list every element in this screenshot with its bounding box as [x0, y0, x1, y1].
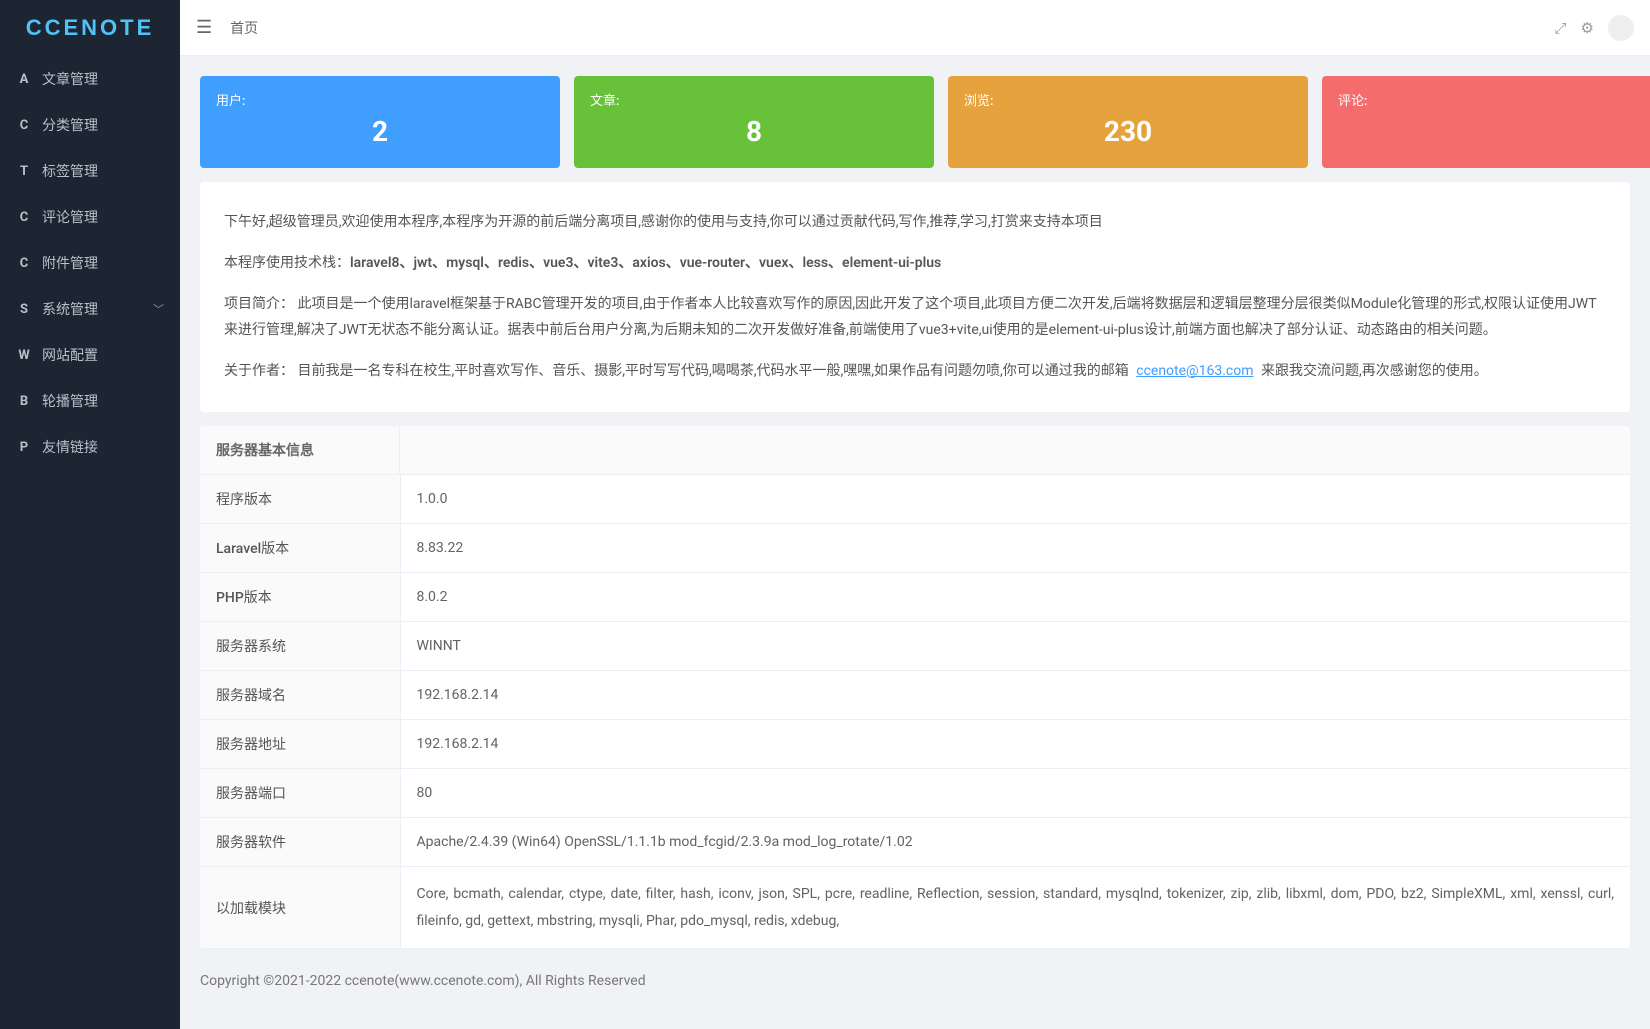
row-label: 程序版本 [200, 475, 400, 524]
breadcrumb[interactable]: 首页 [230, 18, 258, 38]
table-row: 服务器域名192.168.2.14 [200, 670, 1630, 719]
row-value: 192.168.2.14 [400, 719, 1630, 768]
stat-value: 230 [964, 115, 1292, 148]
intro-about: 关于作者： 目前我是一名专科在校生,平时喜欢写作、音乐、摄影,平时写写代码,喝喝… [224, 359, 1606, 384]
row-value: 8.83.22 [400, 523, 1630, 572]
sidebar-item-4[interactable]: C 附件管理 [0, 240, 180, 286]
row-value: 1.0.0 [400, 475, 1630, 524]
menu-icon: C [16, 256, 32, 271]
row-value: 8.0.2 [400, 572, 1630, 621]
chevron-down-icon: ﹀ [153, 301, 164, 317]
row-value: 80 [400, 768, 1630, 817]
menu-label: 轮播管理 [42, 391, 98, 411]
row-value: Core, bcmath, calendar, ctype, date, fil… [400, 866, 1630, 948]
stat-label: 评论: [1338, 90, 1650, 109]
sidebar-item-1[interactable]: C 分类管理 [0, 102, 180, 148]
sidebar-item-3[interactable]: C 评论管理 [0, 194, 180, 240]
logo: CCENOTE [0, 0, 180, 56]
menu-label: 附件管理 [42, 253, 98, 273]
row-label: 服务器系统 [200, 621, 400, 670]
footer: Copyright ©2021-2022 ccenote(www.ccenote… [200, 949, 1630, 1009]
stats-row: 用户:2文章:8浏览:230评论: [200, 76, 1630, 168]
server-table-header: 服务器基本信息 [200, 426, 400, 475]
row-label: 服务器域名 [200, 670, 400, 719]
sidebar-item-0[interactable]: A 文章管理 [0, 56, 180, 102]
logo-text: CCENOTE [26, 15, 155, 41]
sidebar-item-8[interactable]: P 友情链接 [0, 424, 180, 470]
menu-label: 文章管理 [42, 69, 98, 89]
row-value: Apache/2.4.39 (Win64) OpenSSL/1.1.1b mod… [400, 817, 1630, 866]
menu-label: 评论管理 [42, 207, 98, 227]
header: ☰ 首页 ⤢ ⚙ [180, 0, 1650, 56]
stat-label: 浏览: [964, 90, 1292, 109]
intro-tech: 本程序使用技术栈：laravel8、jwt、mysql、redis、vue3、v… [224, 251, 1606, 276]
row-label: PHP版本 [200, 572, 400, 621]
menu-label: 网站配置 [42, 345, 98, 365]
menu-icon: P [16, 440, 32, 455]
row-value: 192.168.2.14 [400, 670, 1630, 719]
stat-label: 用户: [216, 90, 544, 109]
stat-card-2: 浏览: 230 [948, 76, 1308, 168]
sidebar-item-6[interactable]: W 网站配置 [0, 332, 180, 378]
avatar[interactable] [1608, 15, 1634, 41]
menu-icon: A [16, 72, 32, 87]
sidebar-item-7[interactable]: B 轮播管理 [0, 378, 180, 424]
row-label: 服务器端口 [200, 768, 400, 817]
intro-card: 下午好,超级管理员,欢迎使用本程序,本程序为开源的前后端分离项目,感谢你的使用与… [200, 182, 1630, 412]
stat-value: 8 [590, 115, 918, 148]
menu-label: 分类管理 [42, 115, 98, 135]
stat-value: 2 [216, 115, 544, 148]
table-row: 以加载模块Core, bcmath, calendar, ctype, date… [200, 866, 1630, 948]
row-label: 服务器地址 [200, 719, 400, 768]
intro-greeting: 下午好,超级管理员,欢迎使用本程序,本程序为开源的前后端分离项目,感谢你的使用与… [224, 210, 1606, 235]
sidebar: CCENOTE A 文章管理 C 分类管理 T 标签管理 C 评论管理 C 附件管理 S 系统管理 ﹀ W… [0, 0, 180, 1029]
menu-label: 系统管理 [42, 299, 98, 319]
table-row: 服务器地址192.168.2.14 [200, 719, 1630, 768]
row-label: Laravel版本 [200, 523, 400, 572]
author-email-link[interactable]: ccenote@163.com [1136, 363, 1253, 379]
table-row: 服务器软件Apache/2.4.39 (Win64) OpenSSL/1.1.1… [200, 817, 1630, 866]
row-label: 服务器软件 [200, 817, 400, 866]
row-value: WINNT [400, 621, 1630, 670]
sidebar-item-5[interactable]: S 系统管理 ﹀ [0, 286, 180, 332]
server-info-table: 服务器基本信息 程序版本1.0.0Laravel版本8.83.22PHP版本8.… [200, 426, 1630, 949]
menu-icon: C [16, 210, 32, 225]
menu-icon: T [16, 164, 32, 179]
stat-card-0: 用户: 2 [200, 76, 560, 168]
sidebar-item-2[interactable]: T 标签管理 [0, 148, 180, 194]
row-label: 以加载模块 [200, 866, 400, 948]
fullscreen-icon[interactable]: ⤢ [1555, 19, 1567, 37]
menu-label: 友情链接 [42, 437, 98, 457]
intro-brief: 项目简介： 此项目是一个使用laravel框架基于RABC管理开发的项目,由于作… [224, 292, 1606, 342]
menu-icon: C [16, 118, 32, 133]
stat-card-3: 评论: [1322, 76, 1650, 168]
settings-icon[interactable]: ⚙ [1581, 19, 1594, 37]
table-row: 程序版本1.0.0 [200, 475, 1630, 524]
table-row: 服务器端口80 [200, 768, 1630, 817]
table-row: Laravel版本8.83.22 [200, 523, 1630, 572]
table-row: PHP版本8.0.2 [200, 572, 1630, 621]
menu-label: 标签管理 [42, 161, 98, 181]
stat-card-1: 文章: 8 [574, 76, 934, 168]
menu-icon: B [16, 394, 32, 409]
menu-icon: S [16, 302, 32, 317]
menu-toggle-icon[interactable]: ☰ [196, 17, 212, 38]
table-row: 服务器系统WINNT [200, 621, 1630, 670]
stat-label: 文章: [590, 90, 918, 109]
menu-icon: W [16, 348, 32, 363]
